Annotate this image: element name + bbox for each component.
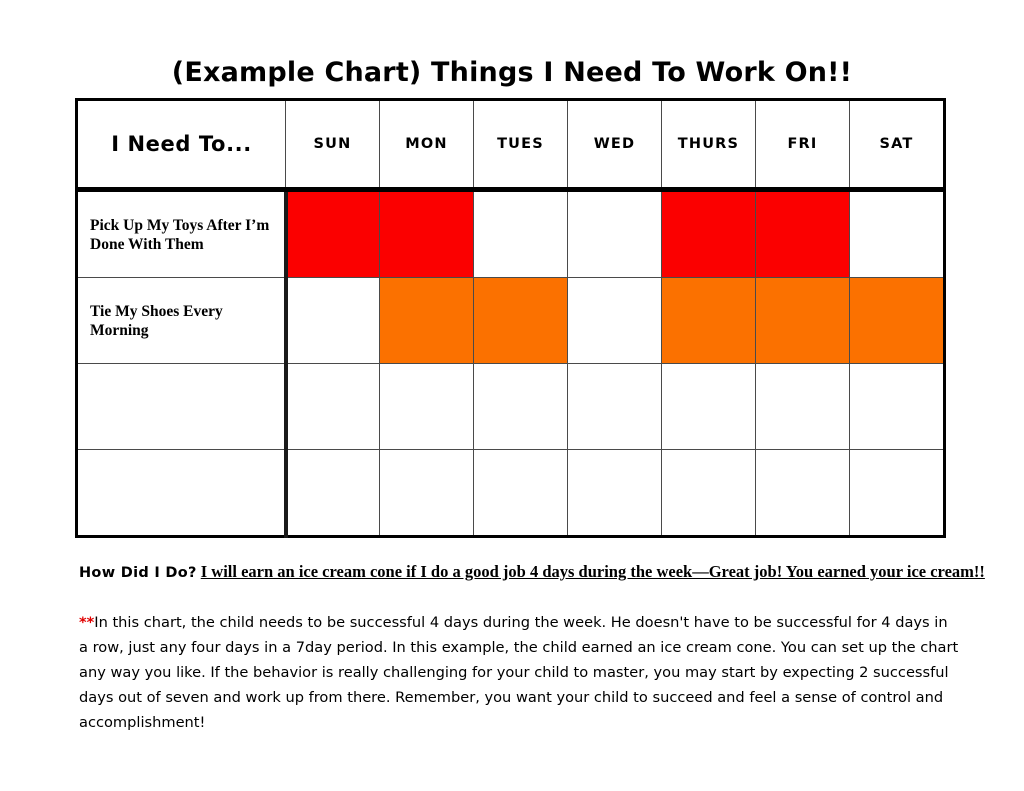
table-body: I Need To... SUN MON TUES WED THURS FRI … [75,98,946,538]
footnote-text: In this chart, the child needs to be suc… [79,614,959,731]
cell-row3-mon[interactable] [379,449,474,538]
column-header-wed: WED [567,98,662,192]
cell-row1-mon[interactable] [379,277,474,364]
cell-row2-wed[interactable] [567,363,662,450]
cell-row3-thurs[interactable] [661,449,756,538]
cell-row3-fri[interactable] [755,449,850,538]
page-title: (Example Chart) Things I Need To Work On… [171,57,853,88]
cell-row3-sun[interactable] [285,449,380,538]
table-row [75,363,946,450]
task-label: Tie My Shoes Every Morning [75,277,288,364]
cell-row3-tues[interactable] [473,449,568,538]
cell-row2-mon[interactable] [379,363,474,450]
cell-row2-tues[interactable] [473,363,568,450]
column-header-fri: FRI [755,98,850,192]
cell-row2-sat[interactable] [849,363,946,450]
cell-row2-thurs[interactable] [661,363,756,450]
cell-row1-wed[interactable] [567,277,662,364]
cell-row0-sun[interactable] [285,189,380,278]
cell-row1-fri[interactable] [755,277,850,364]
column-header-mon: MON [379,98,474,192]
cell-row0-sat[interactable] [849,189,946,278]
column-header-tues: TUES [473,98,568,192]
column-header-sun: SUN [285,98,380,192]
cell-row3-wed[interactable] [567,449,662,538]
task-label[interactable] [75,363,288,450]
task-label[interactable] [75,449,288,538]
cell-row2-sun[interactable] [285,363,380,450]
how-did-i-do-line: How Did I Do? I will earn an ice cream co… [79,562,985,582]
cell-row0-wed[interactable] [567,189,662,278]
cell-row3-sat[interactable] [849,449,946,538]
table-row: Tie My Shoes Every Morning [75,277,946,364]
cell-row1-thurs[interactable] [661,277,756,364]
table-row: Pick Up My Toys After I’m Done With Them [75,189,946,278]
task-label: Pick Up My Toys After I’m Done With Them [75,189,288,278]
cell-row1-sun[interactable] [285,277,380,364]
cell-row0-fri[interactable] [755,189,850,278]
table-row [75,449,946,538]
asterisk-marker: ** [79,614,95,631]
reward-statement: I will earn an ice cream cone if I do a … [200,562,985,581]
footnote-paragraph: **In this chart, the child needs to be s… [79,610,959,735]
column-header-thurs: THURS [661,98,756,192]
cell-row0-thurs[interactable] [661,189,756,278]
cell-row1-sat[interactable] [849,277,946,364]
behavior-chart-table: I Need To... SUN MON TUES WED THURS FRI … [75,98,946,538]
cell-row0-mon[interactable] [379,189,474,278]
column-header-task: I Need To... [75,98,286,192]
cell-row0-tues[interactable] [473,189,568,278]
how-did-i-do-label: How Did I Do? [79,565,197,581]
cell-row2-fri[interactable] [755,363,850,450]
column-header-sat: SAT [849,98,946,192]
table-header-row: I Need To... SUN MON TUES WED THURS FRI … [75,98,946,192]
cell-row1-tues[interactable] [473,277,568,364]
